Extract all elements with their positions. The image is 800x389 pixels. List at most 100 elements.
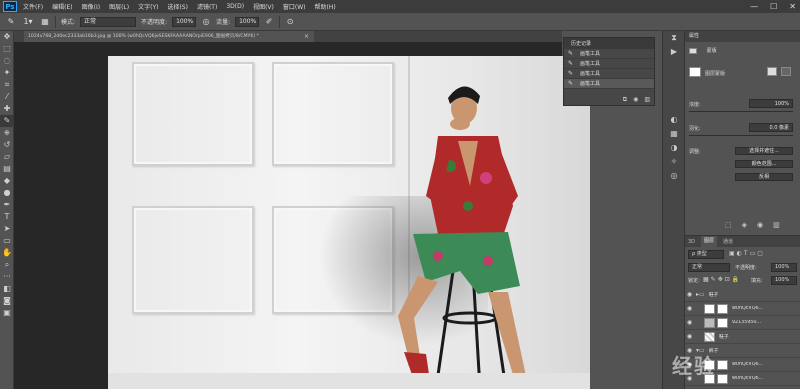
minimize-button[interactable]: — — [750, 2, 758, 11]
menu-layer[interactable]: 图层(L) — [109, 2, 129, 11]
healing-tool-icon[interactable]: ✚ — [0, 103, 14, 115]
lock-icons[interactable]: ▦✎✥⊡🔒 — [703, 276, 741, 283]
layer-opacity-input[interactable]: 100% — [771, 263, 797, 272]
quick-mask-icon[interactable]: ◙ — [0, 295, 14, 307]
menu-type[interactable]: 文字(Y) — [138, 2, 158, 11]
color-panel-icon[interactable]: ◐ — [663, 113, 685, 127]
eye-icon[interactable]: ◉ — [685, 333, 694, 340]
quick-select-tool-icon[interactable]: ✦ — [0, 67, 14, 79]
menu-file[interactable]: 文件(F) — [23, 2, 43, 11]
history-item[interactable]: ✎ 画笔工具 — [564, 59, 654, 69]
marquee-tool-icon[interactable]: ⬚ — [0, 43, 14, 55]
menu-edit[interactable]: 编辑(E) — [52, 2, 72, 11]
pressure-size-icon[interactable]: ⊙ — [285, 17, 295, 27]
blend-mode-select[interactable]: 正常 — [688, 263, 730, 272]
menu-filter[interactable]: 滤镜(T) — [197, 2, 217, 11]
density-input[interactable]: 100% — [749, 99, 793, 108]
document-tab[interactable]: 1024x768_2d0ec2333ab16b3.jpg @ 100% (w0h… — [24, 31, 314, 42]
properties-tab[interactable]: 属性 — [685, 31, 800, 42]
libraries-panel-icon[interactable]: ◎ — [663, 169, 685, 183]
flow-input[interactable]: 100% — [235, 16, 260, 27]
feather-input[interactable]: 0.0 像素 — [749, 123, 793, 132]
type-tool-icon[interactable]: T — [0, 211, 14, 223]
more-tools-icon[interactable]: ··· — [0, 271, 14, 283]
menu-help[interactable]: 帮助(H) — [315, 2, 336, 11]
path-select-tool-icon[interactable]: ➤ — [0, 223, 14, 235]
clone-stamp-tool-icon[interactable]: ⎈ — [0, 127, 14, 139]
close-button[interactable]: ✕ — [789, 2, 796, 11]
screen-mode-icon[interactable]: ▣ — [0, 307, 14, 319]
density-slider[interactable] — [689, 111, 793, 112]
adjust-label: 调整: — [689, 149, 701, 155]
hand-tool-icon[interactable]: ✋ — [0, 247, 14, 259]
visibility-icon[interactable]: ◉ — [757, 221, 763, 229]
feather-slider[interactable] — [689, 135, 793, 136]
eye-icon[interactable]: ◉ — [685, 305, 694, 312]
move-tool-icon[interactable]: ✥ — [0, 31, 14, 43]
menu-select[interactable]: 选择(S) — [167, 2, 188, 11]
eyedropper-tool-icon[interactable]: ⁄ — [0, 91, 14, 103]
styles-panel-icon[interactable]: ✧ — [663, 155, 685, 169]
airbrush-icon[interactable]: ✐ — [264, 17, 274, 27]
actions-panel-icon[interactable]: ▶ — [663, 45, 685, 59]
apply-mask-icon[interactable]: ◈ — [742, 221, 747, 229]
menu-window[interactable]: 窗口(W) — [283, 2, 306, 11]
eye-icon[interactable]: ◉ — [685, 319, 694, 326]
crop-tool-icon[interactable]: ⌗ — [0, 79, 14, 91]
tab-channels[interactable]: 通道 — [723, 238, 733, 245]
opacity-input[interactable]: 100% — [172, 16, 197, 27]
layer-row[interactable]: ◉ 92135950... — [685, 316, 800, 330]
blur-tool-icon[interactable]: ◆ — [0, 175, 14, 187]
tab-layers[interactable]: 图层 — [701, 236, 718, 247]
pixel-mask-button[interactable] — [767, 67, 777, 76]
brush-panel-toggle-icon[interactable]: ▦ — [40, 17, 50, 27]
history-item-label: 画笔工具 — [580, 71, 601, 77]
layer-row[interactable]: ◉ 鞋子 — [685, 330, 800, 344]
delete-mask-icon[interactable]: ▥ — [773, 221, 780, 229]
brush-tool-icon[interactable]: ✎ — [6, 17, 16, 27]
lasso-tool-icon[interactable]: ◌ — [0, 55, 14, 67]
layer-kind-filter[interactable]: ρ 类型 — [688, 250, 724, 259]
mode-select[interactable]: 正常 — [80, 16, 137, 27]
color-swatches-icon[interactable]: ◧ — [0, 283, 14, 295]
pen-tool-icon[interactable]: ✒ — [0, 199, 14, 211]
snapshot-icon[interactable]: ◉ — [633, 96, 638, 103]
menu-view[interactable]: 视图(V) — [253, 2, 274, 11]
tab-3d[interactable]: 3D — [688, 239, 695, 245]
gradient-tool-icon[interactable]: ▤ — [0, 163, 14, 175]
swatches-panel-icon[interactable]: ▦ — [663, 127, 685, 141]
invert-button[interactable]: 反相 — [735, 173, 793, 181]
history-panel-icon[interactable]: ⧗ — [663, 31, 685, 45]
zoom-tool-icon[interactable]: ⌕ — [0, 259, 14, 271]
brush-preset-picker[interactable]: 1▾ — [21, 17, 35, 27]
layer-row[interactable]: ◉ w0hQcVQ6... — [685, 302, 800, 316]
canvas-workspace[interactable] — [14, 42, 590, 389]
history-item[interactable]: ✎ 画笔工具 — [564, 69, 654, 79]
close-icon[interactable]: × — [304, 31, 309, 42]
layer-group-row[interactable]: ◉ ▸▭ 鞋子 — [685, 288, 800, 302]
brush-tool-icon[interactable]: ✎ — [0, 115, 14, 127]
trash-icon[interactable]: ▥ — [644, 96, 650, 103]
fill-input[interactable]: 100% — [771, 276, 797, 285]
maximize-button[interactable]: ☐ — [770, 2, 777, 11]
dodge-tool-icon[interactable]: ● — [0, 187, 14, 199]
eraser-tool-icon[interactable]: ▱ — [0, 151, 14, 163]
adjustments-panel-icon[interactable]: ◑ — [663, 141, 685, 155]
history-brush-tool-icon[interactable]: ↺ — [0, 139, 14, 151]
history-item-current[interactable]: ✎ 画笔工具 — [564, 79, 654, 89]
history-tab[interactable]: 历史记录 — [567, 40, 595, 47]
select-and-mask-button[interactable]: 选择并遮住... — [735, 147, 793, 155]
color-range-button[interactable]: 颜色范围... — [735, 160, 793, 168]
menu-image[interactable]: 图像(I) — [82, 2, 100, 11]
pressure-opacity-icon[interactable]: ◎ — [201, 17, 211, 27]
new-document-from-state-icon[interactable]: ⧉ — [623, 96, 627, 104]
history-item[interactable]: ✎ 画笔工具 — [564, 49, 654, 59]
eye-icon[interactable]: ◉ — [685, 291, 694, 298]
vector-mask-button[interactable] — [781, 67, 791, 76]
layer-filter-icons[interactable]: ▣◐T▭▢ — [729, 250, 765, 257]
shape-tool-icon[interactable]: ▭ — [0, 235, 14, 247]
load-selection-icon[interactable]: ⬚ — [725, 221, 732, 229]
separator — [279, 15, 281, 28]
document-canvas[interactable] — [108, 56, 590, 389]
menu-3d[interactable]: 3D(D) — [226, 3, 244, 10]
